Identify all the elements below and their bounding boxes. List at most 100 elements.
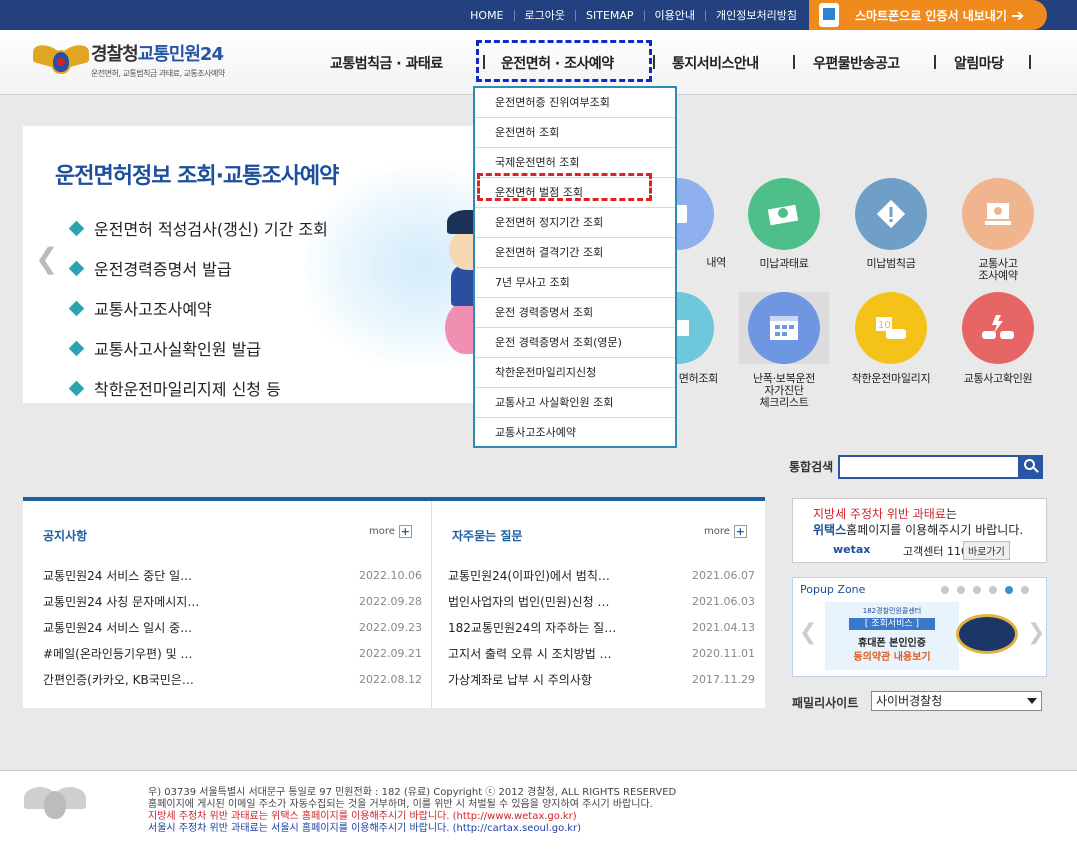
submenu-license-lookup[interactable]: 운전면허 조회 [475,118,675,148]
notice-more-button[interactable]: more + [369,525,412,538]
footer-email-policy: 홈페이지에 게시된 이메일 주소가 자동수집되는 것을 거부하며, 이를 위반 … [148,799,653,810]
hero-banner: 운전면허정보 조회·교통조사예약 운전면허 적성검사(갱신) 기간 조회 운전경… [23,126,543,403]
logout-link[interactable]: 로그아웃 [513,9,575,21]
popup-page-dot[interactable] [957,586,965,594]
submenu-7-years-no-accident[interactable]: 7년 무사고 조회 [475,268,675,298]
top-links: HOME 로그아웃 SITEMAP 이용안내 개인정보처리방침 [460,0,807,30]
submenu-accident-fact-confirm[interactable]: 교통사고 사실확인원 조회 [475,388,675,418]
smartphone-icon [819,3,839,27]
wetax-go-button[interactable]: 바로가기 [963,541,1010,560]
plus-icon: + [733,525,747,538]
wetax-line1: 지방세 주정차 위반 과태료는 [813,507,957,521]
gnb-divider [934,55,936,69]
search-button[interactable] [1019,455,1043,479]
diamond-bullet-icon [68,220,85,236]
gnb-fines[interactable]: 교통범칙금 · 과태료 [330,53,443,73]
chevron-left-icon[interactable]: ❮ [799,620,817,645]
popup-page-dot[interactable] [941,586,949,594]
logo-subtitle: 운전면허, 교통범칙금 과태료, 교통조사예약 [91,69,225,78]
plus-icon: + [398,525,412,538]
submenu-disqualification-period[interactable]: 운전면허 결격기간 조회 [475,238,675,268]
accident-reservation-label: 교통사고 조사예약 [978,257,1018,282]
hero-item: 운전면허 적성검사(갱신) 기간 조회 [68,208,328,248]
export-certificate-label: 스마트폰으로 인증서 내보내기 [855,8,1007,23]
gnb-divider [793,55,795,69]
accident-confirm-label: 교통사고확인원 [963,372,1033,385]
faq-more-button[interactable]: more + [704,525,747,538]
faq-title: 자주묻는 질문 [452,529,523,543]
footer-seoul-notice: 서울시 주정차 위반 과태료는 서울시 홈페이지를 이용해주시기 바랍니다. (… [148,823,582,834]
hero-item: 교통사고사실확인원 발급 [68,328,328,368]
notice-title: 공지사항 [43,529,88,543]
unpaid-penalty-label: 미납범칙금 [866,257,916,270]
highlight-penalty-points [477,173,652,201]
logo-title: 경찰청교통민원24 [91,44,224,65]
search-input[interactable] [838,455,1020,479]
diamond-bullet-icon [68,300,85,316]
arrow-right-icon: ➔ [1010,5,1025,25]
chevron-down-icon [1027,698,1037,704]
home-link[interactable]: HOME [460,10,513,21]
license-submenu: 운전면허증 진위여부조회 운전면허 조회 국제운전면허 조회 운전면허 벌점 조… [473,86,677,448]
police-emblem-icon [24,783,86,825]
mileage-icon[interactable]: 10 [855,292,927,364]
hero-item: 교통사고조사예약 [68,288,328,328]
submenu-accident-reservation[interactable]: 교통사고조사예약 [475,418,675,448]
guide-link[interactable]: 이용안내 [643,9,705,21]
gnb-divider [1029,55,1031,69]
gnb-notification[interactable]: 통지서비스안내 [672,53,759,73]
wetax-banner[interactable]: 지방세 주정차 위반 과태료는 위택스홈페이지를 이용해주시기 바랍니다. we… [792,498,1047,563]
car-crash-icon[interactable] [962,292,1034,364]
site-footer: 우) 03739 서울특별시 서대문구 통일로 97 민원전화 : 182 (유… [0,770,1077,860]
popup-banner-line1: 휴대폰 본인인증 [858,638,926,649]
footer-address: 우) 03739 서울특별시 서대문구 통일로 97 민원전화 : 182 (유… [148,787,677,798]
notice-board: 공지사항 more + 교통민원24 서비스 중단 일… 2022.10.06 교통… [23,501,432,708]
unpaid-fine-label: 미납과태료 [759,257,809,270]
warning-icon[interactable] [855,178,927,250]
popup-banner-line2: 동의약관 내용보기 [853,652,931,663]
unpaid-fine-icon[interactable] [748,178,820,250]
submenu-career-certificate[interactable]: 운전 경력증명서 조회 [475,298,675,328]
computer-icon[interactable] [962,178,1034,250]
gnb-divider [653,55,655,69]
popup-page-dot[interactable] [973,586,981,594]
popup-banner[interactable]: 182경찰민원콜센터 [ 조회서비스 ] 휴대폰 본인인증 동의약관 내용보기 [825,602,959,670]
family-site-label: 패밀리사이트 [792,696,859,710]
popup-page-dot-active[interactable] [1005,586,1013,594]
gnb-notice[interactable]: 알림마당 [954,53,1004,73]
popup-page-dot[interactable] [1021,586,1029,594]
hero-title: 운전면허정보 조회·교통조사예약 [55,164,339,189]
submenu-license-authenticity[interactable]: 운전면허증 진위여부조회 [475,88,675,118]
checklist-label: 난폭·보복운전 자가진단 체크리스트 [752,372,816,409]
privacy-link[interactable]: 개인정보처리방침 [705,9,807,21]
hero-item: 착한운전마일리지제 신청 등 [68,368,328,408]
hero-list: 운전면허 적성검사(갱신) 기간 조회 운전경력증명서 발급 교통사고조사예약 … [68,208,328,408]
submenu-suspension-period[interactable]: 운전면허 정지기간 조회 [475,208,675,238]
popup-page-dot[interactable] [989,586,997,594]
diamond-bullet-icon [68,380,85,396]
footer-wetax-notice: 지방세 주정차 위반 과태료는 위택스 홈페이지를 이용해주시기 바랍니다. (… [148,811,577,822]
board-panel: 공지사항 more + 교통민원24 서비스 중단 일… 2022.10.06 교통… [23,497,765,708]
footer-text: 우) 03739 서울특별시 서대문구 통일로 97 민원전화 : 182 (유… [148,787,676,835]
active-menu-highlight [476,40,652,82]
site-logo[interactable]: 경찰청교통민원24 운전면허, 교통범칙금 과태료, 교통조사예약 [33,40,225,79]
faq-board: 자주묻는 질문 more + 교통민원24(이파인)에서 범칙… 2021.06.0… [448,525,755,687]
diamond-bullet-icon [68,340,85,356]
police-emblem-icon [33,41,89,78]
integrated-search-label: 통합검색 [789,460,834,474]
popup-banner-tag: [ 조회서비스 ] [849,618,935,630]
diamond-bullet-icon [68,260,85,276]
export-certificate-button[interactable]: 스마트폰으로 인증서 내보내기 ➔ [809,0,1047,30]
chevron-left-icon[interactable]: ❮ [35,242,58,275]
family-site-select[interactable]: 사이버경찰청 [871,691,1042,711]
sitemap-link[interactable]: SITEMAP [575,9,644,21]
popup-zone-title: Popup Zone [800,583,866,596]
wetax-logo: wetax [833,543,871,556]
checklist-icon[interactable] [748,292,820,364]
chevron-right-icon[interactable]: ❯ [1027,620,1045,645]
submenu-career-certificate-en[interactable]: 운전 경력증명서 조회(영문) [475,328,675,358]
submenu-mileage-apply[interactable]: 착한운전마일리지신청 [475,358,675,388]
mileage-label: 착한운전마일리지 [851,372,931,385]
popup-banner-org: 182경찰민원콜센터 [862,607,922,615]
gnb-returned-mail[interactable]: 우편물반송공고 [813,53,900,73]
